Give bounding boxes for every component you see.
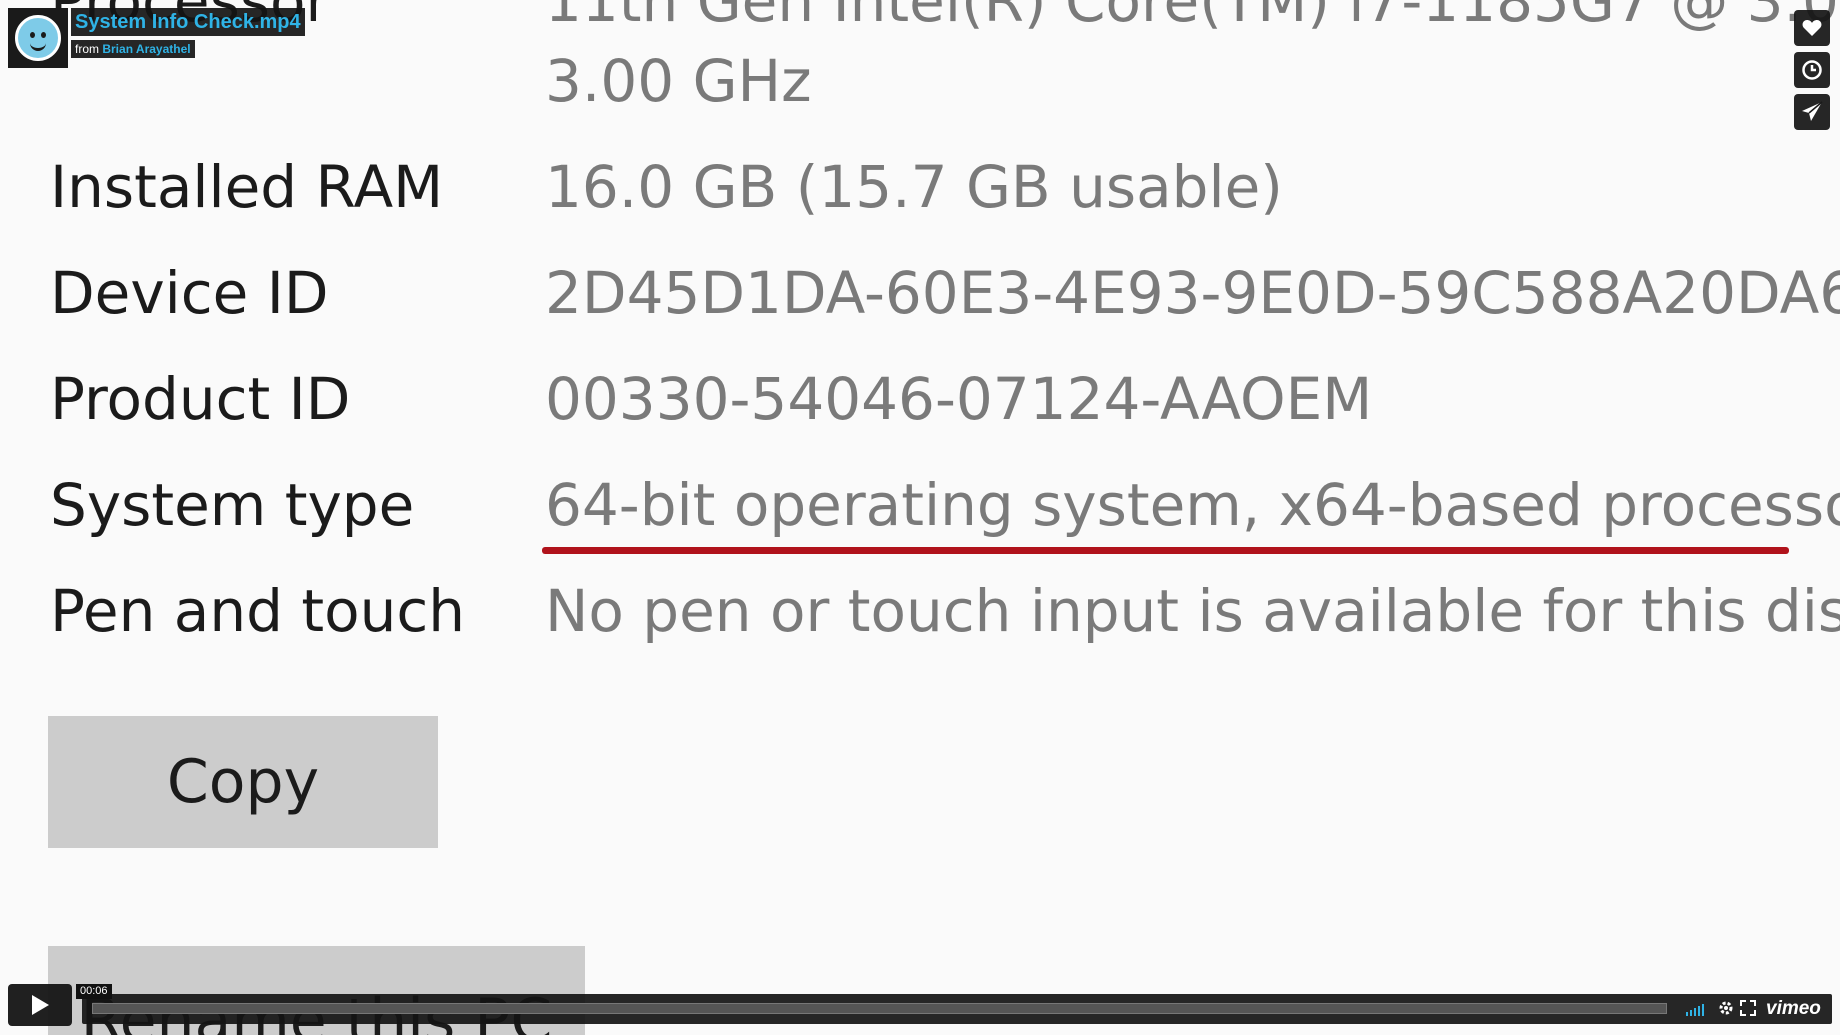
byline-prefix: from (75, 42, 99, 56)
spec-label-product-id: Product ID (50, 365, 351, 433)
spec-row-installed-ram: Installed RAM 16.0 GB (15.7 GB usable) (0, 158, 1840, 258)
video-header: System Info Check.mp4 from Brian Arayath… (8, 8, 305, 68)
side-actions (1794, 10, 1830, 130)
author-link[interactable]: Brian Arayathel (102, 42, 190, 56)
video-title[interactable]: System Info Check.mp4 (71, 8, 305, 36)
spec-label-system-type: System type (50, 471, 415, 539)
share-button[interactable] (1794, 94, 1830, 130)
spec-row-system-type: System type 64-bit operating system, x64… (0, 476, 1840, 576)
gear-icon[interactable] (1718, 1000, 1734, 1016)
watch-later-button[interactable] (1794, 52, 1830, 88)
copy-button[interactable]: Copy (48, 716, 438, 848)
spec-value-device-id: 2D45D1DA-60E3-4E93-9E0D-59C588A20DA6 (545, 259, 1840, 327)
spec-row-pen-touch: Pen and touch No pen or touch input is a… (0, 582, 1840, 682)
paper-plane-icon (1802, 101, 1823, 121)
timestamp-badge: 00:06 (76, 984, 112, 999)
control-bar: vimeo (82, 994, 1832, 1024)
vimeo-logo[interactable]: vimeo (1766, 998, 1821, 1020)
spec-value-product-id: 00330-54046-07124-AAOEM (545, 365, 1373, 433)
heart-icon (1802, 20, 1822, 36)
spec-label-device-id: Device ID (50, 259, 329, 327)
spec-row-product-id: Product ID 00330-54046-07124-AAOEM (0, 370, 1840, 470)
spec-value-processor: 11th Gen Intel(R) Core(TM) i7-1185G7 @ 3… (545, 0, 1840, 35)
volume-icon[interactable] (1686, 1003, 1704, 1016)
fullscreen-icon[interactable] (1740, 1000, 1756, 1016)
spec-label-pen-touch: Pen and touch (50, 577, 465, 645)
play-icon (32, 995, 49, 1015)
spec-value-system-type: 64-bit operating system, x64-based proce… (545, 471, 1840, 539)
like-button[interactable] (1794, 10, 1830, 46)
spec-value-installed-ram: 16.0 GB (15.7 GB usable) (545, 153, 1283, 221)
spec-value-processor-speed: 3.00 GHz (545, 47, 812, 115)
spec-value-pen-touch: No pen or touch input is available for t… (545, 577, 1840, 645)
video-frame[interactable]: Processor 11th Gen Intel(R) Core(TM) i7-… (0, 0, 1840, 1035)
spec-label-installed-ram: Installed RAM (50, 153, 444, 221)
play-button[interactable] (8, 984, 72, 1026)
progress-track[interactable] (92, 1003, 1667, 1014)
highlight-underline (542, 547, 1789, 554)
copy-button-label: Copy (166, 747, 320, 817)
spec-row-device-id: Device ID 2D45D1DA-60E3-4E93-9E0D-59C588… (0, 264, 1840, 364)
video-byline: from Brian Arayathel (71, 40, 195, 58)
avatar[interactable] (8, 8, 68, 68)
player-controls: vimeo 00:06 (8, 984, 1832, 1026)
clock-icon (1802, 60, 1822, 80)
smiley-icon (15, 15, 61, 61)
